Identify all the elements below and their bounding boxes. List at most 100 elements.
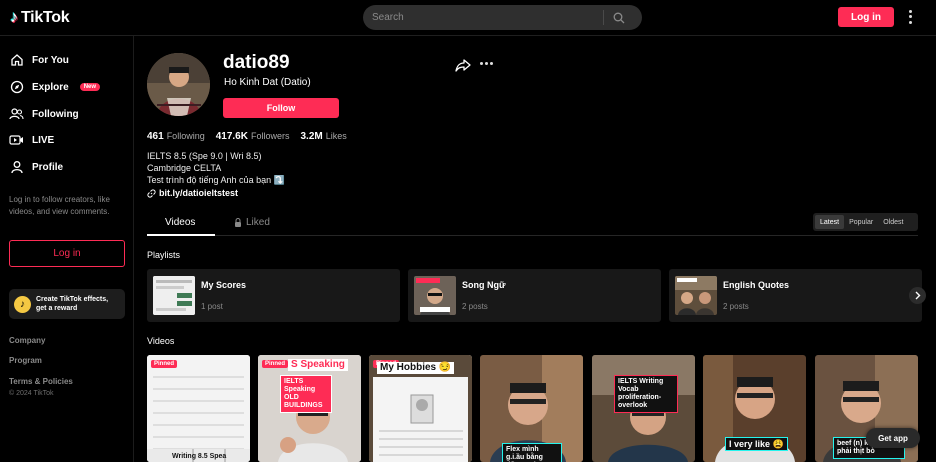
- avatar: [147, 53, 210, 116]
- profile-stats: 461 Following 417.6K Followers 3.2M Likes: [147, 131, 347, 142]
- likes-stat: 3.2M Likes: [300, 131, 346, 142]
- video-thumbnail[interactable]: Pinned My Hobbies 😏: [369, 355, 472, 462]
- video-thumbnail[interactable]: IELTS Writing Vocab proliferation- overl…: [592, 355, 695, 462]
- sidebar-item-following[interactable]: Following: [9, 105, 79, 123]
- search-icon: [613, 12, 625, 23]
- profile-username: datio89: [223, 52, 290, 73]
- effects-line-1: Create TikTok effects,: [36, 296, 109, 303]
- sidebar: For You Explore New Following LIVE Profi…: [0, 36, 134, 462]
- video-caption: Writing 8.5 Spea: [172, 453, 227, 460]
- lock-icon: [235, 218, 241, 227]
- sidebar-item-explore[interactable]: Explore New: [9, 78, 101, 96]
- user-icon: [9, 160, 24, 175]
- video-caption: S Speaking: [288, 359, 348, 371]
- bio-link-text: bit.ly/datioieltstest: [159, 188, 239, 198]
- playlist-count: 2 posts: [462, 302, 488, 311]
- more-options-icon[interactable]: [905, 9, 915, 25]
- sort-selector: Latest Popular Oldest: [813, 213, 918, 231]
- sidebar-item-label: For You: [32, 54, 69, 66]
- tab-liked-label: Liked: [246, 217, 270, 228]
- follow-button[interactable]: Follow: [223, 98, 339, 118]
- bio-line: Test trình độ tiếng Anh của bạn ⤵️: [147, 175, 285, 185]
- sidebar-login-button[interactable]: Log in: [9, 240, 125, 267]
- playlist-count: 1 post: [201, 302, 223, 311]
- sidebar-item-live[interactable]: LIVE: [9, 131, 54, 149]
- playlist-count: 2 posts: [723, 302, 749, 311]
- playlist-next-button[interactable]: [909, 287, 926, 304]
- search-input[interactable]: [363, 12, 603, 23]
- playlist-title: My Scores: [201, 280, 247, 290]
- chevron-right-icon: [915, 291, 921, 300]
- footer-link-company[interactable]: Company: [9, 336, 45, 345]
- playlist-card[interactable]: Song Ngữ 2 posts: [408, 269, 661, 322]
- search-button[interactable]: [604, 5, 634, 30]
- share-icon[interactable]: [455, 58, 471, 72]
- copyright-text: © 2024 TikTok: [9, 390, 54, 397]
- following-label: Following: [166, 131, 205, 141]
- profile-nickname: Ho Kinh Dat (Datio): [224, 77, 311, 88]
- more-horizontal-icon[interactable]: [480, 62, 493, 65]
- video-thumbnail[interactable]: Flex mình g.i.ầu bằng tiếng Anh: [480, 355, 583, 462]
- playlist-thumbnail: [414, 276, 456, 315]
- following-count: 461: [147, 131, 164, 142]
- followers-label: Followers: [250, 131, 290, 141]
- users-icon: [9, 107, 24, 122]
- sort-popular[interactable]: Popular: [844, 215, 878, 229]
- live-icon: [9, 133, 24, 148]
- footer-link-program[interactable]: Program: [9, 356, 42, 365]
- top-bar: ♪ TikTok Log in: [0, 0, 936, 36]
- video-caption: My Hobbies 😏: [377, 362, 455, 374]
- playlists-heading: Playlists: [147, 250, 181, 260]
- sidebar-item-label: Explore: [32, 81, 69, 93]
- tiktok-note-icon: ♪: [10, 9, 18, 26]
- bio-link[interactable]: bit.ly/datioieltstest: [147, 188, 238, 198]
- login-prompt-text: Log in to follow creators, like videos, …: [9, 195, 110, 216]
- new-badge: New: [79, 83, 101, 91]
- get-app-button[interactable]: Get app: [866, 428, 920, 448]
- videos-heading: Videos: [147, 336, 175, 346]
- likes-label: Likes: [325, 131, 347, 141]
- active-tab-indicator: [147, 234, 215, 236]
- sidebar-item-label: Profile: [32, 161, 64, 173]
- bio-line: Cambridge CELTA: [147, 163, 222, 173]
- video-caption: IELTS Speaking OLD BUILDINGS: [280, 375, 332, 413]
- video-caption: IELTS Writing Vocab proliferation- overl…: [614, 375, 678, 413]
- profile-bio: IELTS 8.5 (Spe 9.0 | Wri 8.5) Cambridge …: [147, 150, 285, 186]
- home-icon: [9, 53, 24, 68]
- video-thumbnail[interactable]: Pinned Writing 8.5 Spea: [147, 355, 250, 462]
- effects-coin-icon: ♪: [14, 295, 31, 313]
- logo-text: TikTok: [21, 9, 70, 26]
- tab-videos[interactable]: Videos: [165, 217, 195, 228]
- video-thumbnail[interactable]: I very like 😩: [703, 355, 806, 462]
- create-effects-banner[interactable]: ♪ Create TikTok effects, get a reward: [9, 289, 125, 319]
- header-login-button[interactable]: Log in: [838, 7, 894, 27]
- video-caption: I very like 😩: [725, 437, 788, 451]
- profile-tabs: Videos Liked Latest Popular Oldest: [147, 211, 918, 236]
- effects-line-2: get a reward: [36, 305, 78, 312]
- followers-stat: 417.6K Followers: [216, 131, 290, 142]
- search-bar: [363, 5, 642, 30]
- tab-liked[interactable]: Liked: [234, 217, 270, 228]
- playlist-title: Song Ngữ: [462, 280, 506, 290]
- compass-icon: [9, 80, 24, 95]
- sort-latest[interactable]: Latest: [815, 215, 845, 229]
- likes-count: 3.2M: [300, 131, 323, 142]
- pinned-badge: Pinned: [262, 360, 289, 368]
- playlist-card[interactable]: English Quotes 2 posts: [669, 269, 922, 322]
- video-thumbnail[interactable]: Pinned S Speaking IELTS Speaking OLD BUI…: [258, 355, 361, 462]
- following-stat: 461 Following: [147, 131, 205, 142]
- sidebar-item-for-you[interactable]: For You: [9, 51, 69, 69]
- sort-oldest[interactable]: Oldest: [878, 215, 908, 229]
- playlist-card[interactable]: My Scores 1 post: [147, 269, 400, 322]
- bio-line: IELTS 8.5 (Spe 9.0 | Wri 8.5): [147, 151, 262, 161]
- pinned-badge: Pinned: [151, 360, 178, 368]
- followers-count: 417.6K: [215, 131, 248, 142]
- video-caption: Flex mình g.i.ầu bằng tiếng Anh: [502, 443, 562, 462]
- sidebar-item-profile[interactable]: Profile: [9, 158, 63, 176]
- sidebar-item-label: LIVE: [32, 134, 55, 146]
- playlist-thumbnail: [675, 276, 717, 315]
- playlist-thumbnail: [153, 276, 195, 315]
- sidebar-item-label: Following: [32, 108, 79, 120]
- tiktok-logo[interactable]: ♪ TikTok: [10, 9, 70, 27]
- footer-link-terms[interactable]: Terms & Policies: [9, 377, 73, 386]
